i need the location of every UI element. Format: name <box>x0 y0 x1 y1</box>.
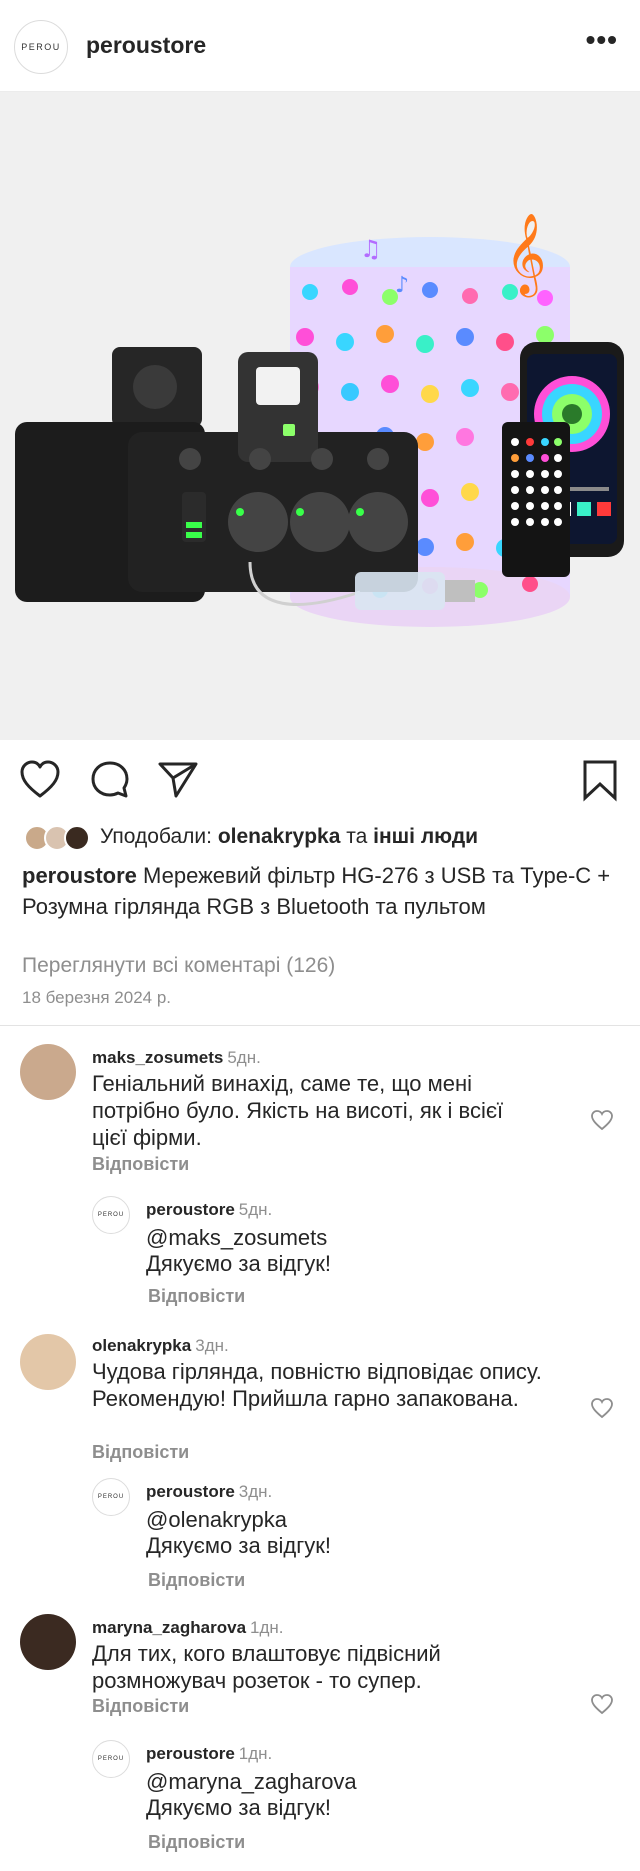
product-photo: 𝄞 ♫ ♪ <box>0 92 640 740</box>
liker-avatar <box>64 825 90 851</box>
comment-text: Для тих, кого влаштовує підвісний розмно… <box>92 1641 441 1693</box>
post-header: PEROU peroustore ••• <box>0 0 640 92</box>
comment-text: Геніальний винахід, саме те, що мені пот… <box>92 1071 504 1150</box>
reply-text: Дякуємо за відгук! <box>146 1795 331 1820</box>
remote-illustration <box>502 422 570 577</box>
reply-time: 3дн. <box>238 1482 273 1501</box>
svg-text:♫: ♫ <box>360 235 382 263</box>
reply-button[interactable]: Відповісти <box>92 1696 189 1717</box>
action-bar <box>0 752 640 812</box>
post-image[interactable]: 𝄞 ♫ ♪ <box>0 92 640 740</box>
store-reply-avatar[interactable]: PEROU <box>92 1196 130 1234</box>
store-reply-avatar[interactable]: PEROU <box>92 1478 130 1516</box>
comment-username[interactable]: olenakrypka 3дн. <box>92 1336 229 1356</box>
post-caption: peroustore Мережевий фільтр HG-276 з USB… <box>22 860 622 922</box>
likes-and: та <box>346 825 368 848</box>
likes-summary[interactable]: Уподобали: olenakrypka та інші люди <box>24 822 478 852</box>
comment-like-heart-icon[interactable] <box>590 1692 614 1716</box>
save-bookmark-icon[interactable] <box>578 758 622 802</box>
reply-username[interactable]: peroustore 1дн. <box>146 1744 272 1764</box>
reply-button[interactable]: Відповісти <box>92 1154 189 1175</box>
view-all-comments-link[interactable]: Переглянути всі коментарі (126) <box>22 954 335 978</box>
comment-time: 5дн. <box>227 1048 261 1067</box>
caption-username[interactable]: peroustore <box>22 863 137 888</box>
svg-text:𝄞: 𝄞 <box>505 212 546 297</box>
reply-button[interactable]: Відповісти <box>148 1570 245 1591</box>
comment-like-heart-icon[interactable] <box>590 1108 614 1132</box>
likes-user[interactable]: olenakrypka <box>218 825 341 849</box>
post-date: 18 березня 2024 р. <box>22 988 171 1007</box>
reply-button[interactable]: Відповісти <box>92 1442 189 1463</box>
reply-text: Дякуємо за відгук! <box>146 1533 331 1558</box>
comment-text: Чудова гірлянда, повністю відповідає опи… <box>92 1359 542 1411</box>
comment-time: 1дн. <box>250 1618 284 1637</box>
comment-time: 3дн. <box>195 1336 229 1355</box>
commenter-avatar[interactable] <box>20 1334 76 1390</box>
likes-others[interactable]: інші люди <box>373 825 478 849</box>
store-reply-avatar[interactable]: PEROU <box>92 1740 130 1778</box>
comment-like-heart-icon[interactable] <box>590 1396 614 1420</box>
reply-mention[interactable]: @maks_zosumets <box>146 1224 327 1251</box>
comment-username[interactable]: maks_zosumets 5дн. <box>92 1048 261 1068</box>
like-heart-icon[interactable] <box>18 758 62 802</box>
share-send-icon[interactable] <box>156 758 200 802</box>
likes-prefix: Уподобали: <box>100 825 212 848</box>
reply-username[interactable]: peroustore 5дн. <box>146 1200 272 1220</box>
svg-text:♪: ♪ <box>395 273 409 298</box>
comment-username[interactable]: maryna_zagharova 1дн. <box>92 1618 284 1638</box>
store-avatar[interactable]: PEROU <box>14 20 68 74</box>
reply-text: Дякуємо за відгук! <box>146 1251 331 1276</box>
commenter-avatar[interactable] <box>20 1614 76 1670</box>
reply-time: 1дн. <box>238 1744 273 1763</box>
comment-bubble-icon[interactable] <box>88 758 132 802</box>
reply-username[interactable]: peroustore 3дн. <box>146 1482 272 1502</box>
reply-button[interactable]: Відповісти <box>148 1286 245 1307</box>
reply-mention[interactable]: @olenakrypka <box>146 1506 287 1533</box>
divider <box>0 1025 640 1026</box>
reply-mention[interactable]: @maryna_zagharova <box>146 1768 357 1795</box>
commenter-avatar[interactable] <box>20 1044 76 1100</box>
post-username[interactable]: peroustore <box>86 32 206 59</box>
liker-avatars <box>24 823 92 851</box>
reply-button[interactable]: Відповісти <box>148 1832 245 1853</box>
more-options-icon[interactable]: ••• <box>586 26 618 54</box>
reply-time: 5дн. <box>238 1200 273 1219</box>
